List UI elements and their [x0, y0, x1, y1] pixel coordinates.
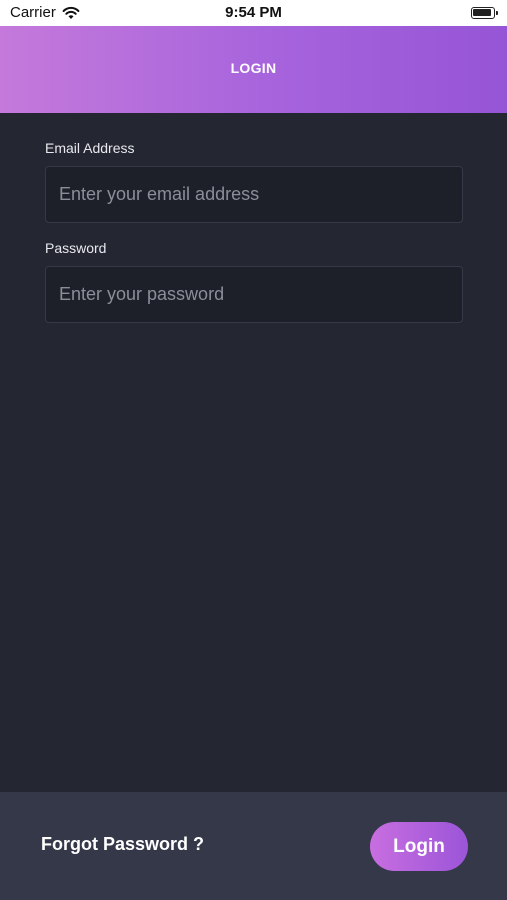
password-label: Password: [45, 240, 107, 256]
email-input[interactable]: [45, 166, 463, 223]
login-screen: Carrier 9:54 PM LOGIN Email Address Pass…: [0, 0, 507, 900]
forgot-password-link[interactable]: Forgot Password ?: [41, 834, 204, 855]
status-time: 9:54 PM: [225, 4, 282, 21]
status-bar: Carrier 9:54 PM: [0, 0, 507, 26]
login-button[interactable]: Login: [370, 822, 468, 871]
password-input[interactable]: [45, 266, 463, 323]
header-bar: Carrier 9:54 PM LOGIN: [0, 0, 507, 113]
page-title: LOGIN: [230, 60, 277, 76]
email-label: Email Address: [45, 140, 135, 156]
password-field-group: Password: [45, 240, 463, 323]
footer-bar: Forgot Password ? Login: [0, 792, 507, 900]
login-form: Email Address Password: [45, 140, 463, 323]
battery-icon: [471, 7, 498, 19]
email-field-group: Email Address: [45, 140, 463, 223]
